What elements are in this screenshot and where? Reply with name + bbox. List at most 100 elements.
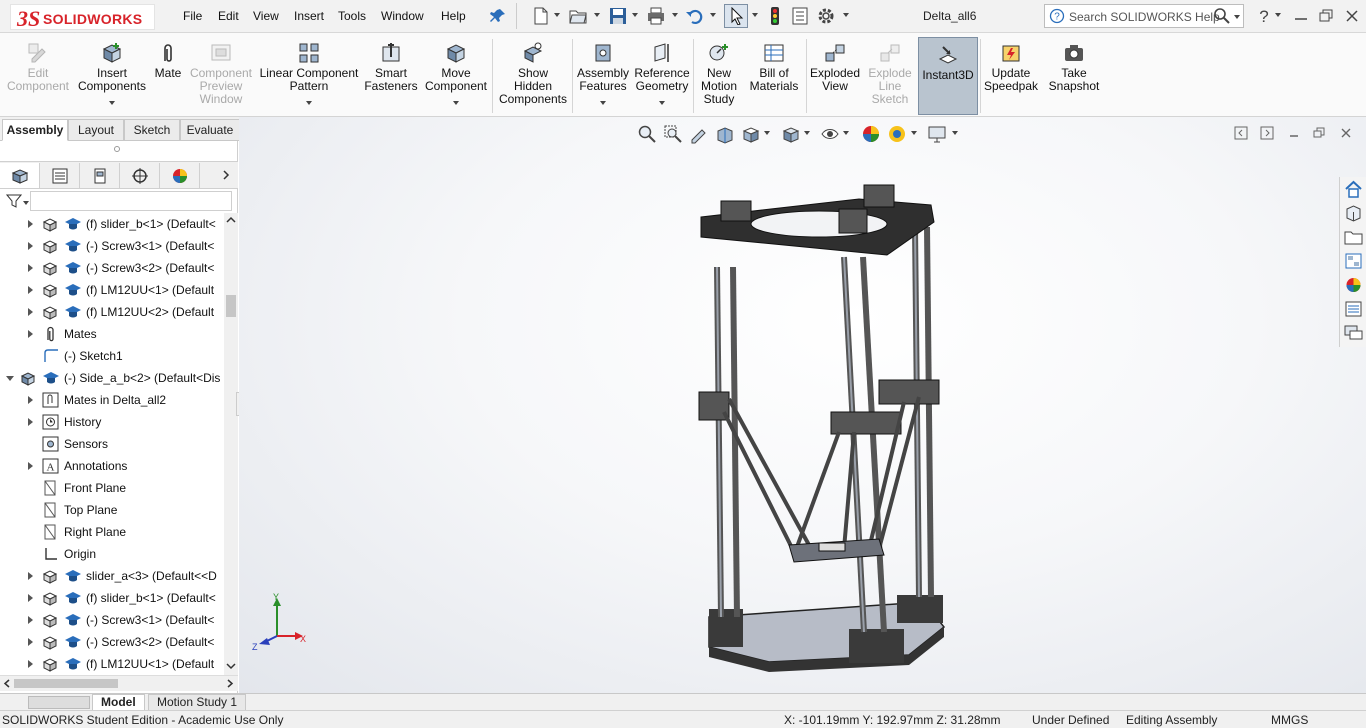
instant3d-button[interactable]: Instant3D (918, 37, 978, 115)
minimize-icon[interactable] (1291, 6, 1311, 26)
configurationmanager-tab[interactable] (80, 163, 120, 188)
tree-item[interactable]: (f) slider_b<1> (Default< (0, 213, 224, 235)
tab-assembly[interactable]: Assembly (2, 119, 68, 141)
bill-of-materials-button[interactable]: Bill of Materials (746, 33, 802, 117)
previous-view-icon[interactable] (689, 124, 709, 144)
viewport-collapse-left-icon[interactable] (1234, 126, 1248, 140)
tab-model[interactable]: Model (92, 694, 145, 711)
take-snapshot-button[interactable]: Take Snapshot (1044, 33, 1104, 117)
tree-item[interactable]: (-) Screw3<2> (Default< (0, 631, 224, 653)
edit-appearance-icon[interactable] (861, 124, 881, 144)
file-properties-icon[interactable] (790, 6, 810, 26)
undo-icon[interactable] (685, 6, 705, 26)
apply-scene-icon[interactable] (887, 124, 907, 144)
search-dropdown-icon[interactable] (1234, 15, 1240, 19)
tree-item[interactable]: (-) Side_a_b<2> (Default<Dis (0, 367, 224, 389)
tree-vertical-scrollbar[interactable] (224, 213, 238, 675)
tab-layout[interactable]: Layout (68, 119, 124, 141)
expand-arrow-icon[interactable] (28, 418, 33, 426)
tree-item[interactable]: slider_a<3> (Default<<D (0, 565, 224, 587)
section-view-icon[interactable] (715, 124, 735, 144)
viewport-restore-icon[interactable] (1312, 126, 1326, 140)
scroll-down-icon[interactable] (226, 661, 236, 671)
tree-item[interactable]: Right Plane (0, 521, 224, 543)
view-orientation-icon[interactable] (741, 124, 761, 144)
tree-item[interactable]: (f) LM12UU<1> (Default (0, 279, 224, 301)
solidworks-resources-home-icon[interactable] (1343, 179, 1364, 199)
rebuild-traffic-light-icon[interactable] (765, 6, 785, 26)
view-settings-monitor-icon[interactable] (927, 124, 947, 144)
select-tool-button[interactable] (724, 4, 748, 28)
menu-window[interactable]: Window (381, 9, 424, 23)
menu-view[interactable]: View (253, 9, 279, 23)
hide-show-items-icon[interactable] (820, 124, 840, 144)
tree-item[interactable]: Sensors (0, 433, 224, 455)
filter-dropdown-icon[interactable] (23, 201, 29, 205)
tree-item[interactable]: (f) LM12UU<1> (Default (0, 653, 224, 675)
graphics-viewport[interactable]: Y X Z (239, 117, 1366, 693)
filter-input[interactable] (30, 191, 232, 211)
new-dropdown-icon[interactable] (554, 13, 560, 17)
viewport-minimize-icon[interactable] (1287, 126, 1301, 140)
tree-item[interactable]: Top Plane (0, 499, 224, 521)
reference-geometry-dropdown-icon[interactable] (659, 101, 665, 105)
panel-next-chevron-icon[interactable] (220, 169, 232, 181)
scroll-right-icon[interactable] (226, 679, 234, 688)
help-icon[interactable]: ? (1254, 6, 1274, 26)
new-motion-study-button[interactable]: New Motion Study (696, 33, 742, 117)
viewport-close-icon[interactable] (1339, 126, 1353, 140)
move-component-button[interactable]: Move Component (423, 33, 489, 117)
tree-item[interactable]: (-) Screw3<1> (Default< (0, 609, 224, 631)
expand-arrow-icon[interactable] (28, 308, 33, 316)
expand-arrow-icon[interactable] (28, 396, 33, 404)
options-dropdown-icon[interactable] (843, 13, 849, 17)
open-dropdown-icon[interactable] (594, 13, 600, 17)
close-icon[interactable] (1342, 6, 1362, 26)
menu-help[interactable]: Help (441, 9, 466, 23)
expand-arrow-icon[interactable] (28, 462, 33, 470)
unit-system[interactable]: MMGS (1271, 713, 1308, 727)
linear-pattern-dropdown-icon[interactable] (306, 101, 312, 105)
exploded-view-button[interactable]: Exploded View (808, 33, 862, 117)
component-preview-button[interactable]: Component Preview Window (187, 33, 255, 117)
solidworks-logo[interactable]: 3S SOLIDWORKS (10, 4, 155, 31)
expand-arrow-icon[interactable] (28, 264, 33, 272)
help-dropdown-icon[interactable] (1275, 13, 1281, 17)
appearances-scenes-icon[interactable] (1343, 275, 1364, 295)
expand-arrow-icon[interactable] (28, 638, 33, 646)
zoom-to-fit-icon[interactable] (637, 124, 657, 144)
open-folder-icon[interactable] (568, 6, 588, 26)
mate-button[interactable]: Mate (151, 33, 185, 117)
tree-item[interactable]: Mates (0, 323, 224, 345)
menu-insert[interactable]: Insert (294, 9, 324, 23)
reference-geometry-button[interactable]: Reference Geometry (633, 33, 691, 117)
move-component-dropdown-icon[interactable] (453, 101, 459, 105)
explode-line-sketch-button[interactable]: Explode Line Sketch (864, 33, 916, 117)
featuremanager-tab[interactable] (0, 163, 40, 188)
design-library-icon[interactable] (1343, 203, 1364, 223)
expand-arrow-icon[interactable] (28, 660, 33, 668)
tab-sketch[interactable]: Sketch (124, 119, 180, 141)
display-style-dropdown-icon[interactable] (804, 131, 810, 135)
display-style-icon[interactable] (781, 124, 801, 144)
filter-funnel-icon[interactable] (6, 193, 22, 209)
undo-dropdown-icon[interactable] (710, 13, 716, 17)
tab-evaluate[interactable]: Evaluate (180, 119, 240, 141)
custom-properties-icon[interactable] (1343, 299, 1364, 319)
tree-hscroll-thumb[interactable] (14, 679, 118, 688)
dimxpert-tab[interactable] (120, 163, 160, 188)
apply-scene-dropdown-icon[interactable] (911, 131, 917, 135)
zoom-to-area-icon[interactable] (663, 124, 683, 144)
show-hidden-button[interactable]: Show Hidden Components (496, 33, 570, 117)
new-document-icon[interactable] (531, 6, 551, 26)
options-gear-icon[interactable] (816, 6, 836, 26)
assembly-features-dropdown-icon[interactable] (600, 101, 606, 105)
search-magnifier-icon[interactable] (1213, 7, 1231, 25)
forum-chat-icon[interactable] (1343, 323, 1364, 343)
delta-printer-3d-model[interactable] (679, 177, 959, 677)
tree-item[interactable]: Mates in Delta_all2 (0, 389, 224, 411)
save-icon[interactable] (608, 6, 628, 26)
tree-item[interactable]: (f) LM12UU<2> (Default (0, 301, 224, 323)
propertymanager-tab[interactable] (40, 163, 80, 188)
view-settings-dropdown-icon[interactable] (952, 131, 958, 135)
